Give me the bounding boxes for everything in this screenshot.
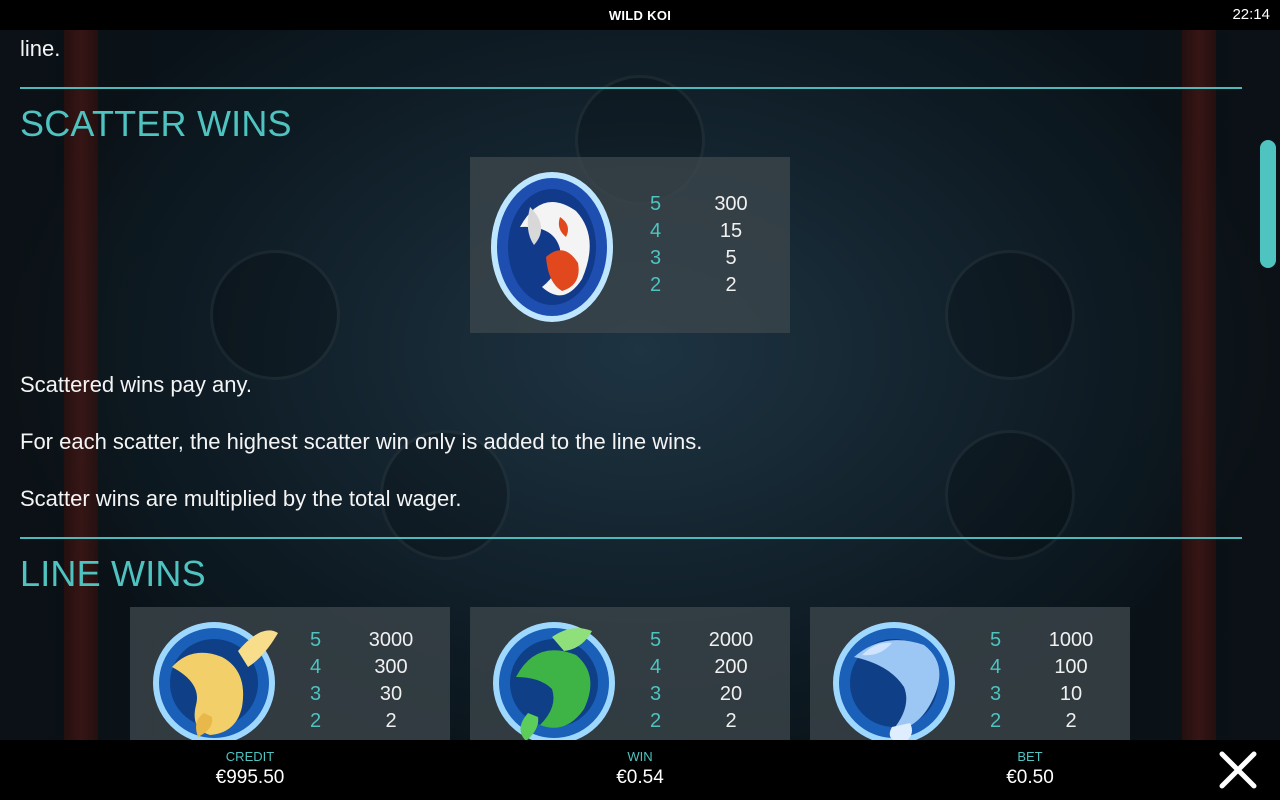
green-koi-pay-count: 5 <box>650 629 662 651</box>
help-content[interactable]: line. SCATTER WINS 5 300 4 15 3 5 2 2 Scattered… <box>0 30 1280 740</box>
green-koi-icon <box>492 617 620 740</box>
golden-koi-pay-value: 30 <box>379 683 403 705</box>
scatter-wins-heading: SCATTER WINS <box>20 103 292 144</box>
line-win-card-golden-koi: 5 3000 4 300 3 30 2 2 <box>130 607 450 740</box>
win-value: €0.54 <box>616 767 664 788</box>
scatter-rule-2: For each scatter, the highest scatter wi… <box>20 429 703 454</box>
green-koi-pay-value: 2000 <box>708 629 754 651</box>
green-koi-pay-count: 2 <box>650 710 662 732</box>
blue-koi-pay-count: 5 <box>990 629 1002 651</box>
blue-koi-pay-count: 4 <box>990 656 1002 678</box>
golden-koi-pay-count: 3 <box>310 683 322 705</box>
green-koi-pay-value: 200 <box>714 656 748 678</box>
green-koi-pay-count: 4 <box>650 656 662 678</box>
scatter-pay-count: 2 <box>650 274 662 296</box>
scatter-koi-icon <box>490 167 618 323</box>
scatter-rule-3: Scatter wins are multiplied by the total… <box>20 486 462 511</box>
section-divider <box>20 537 1242 539</box>
clock: 22:14 <box>1232 6 1270 23</box>
scatter-pay-value: 15 <box>719 220 743 242</box>
line-win-card-green-koi: 5 2000 4 200 3 20 2 2 <box>470 607 790 740</box>
blue-koi-pay-value: 2 <box>1065 710 1077 732</box>
intro-text-fragment: line. <box>20 36 61 61</box>
section-divider <box>20 87 1242 89</box>
scatter-paytable-card: 5 300 4 15 3 5 2 2 <box>470 157 790 333</box>
bet-label: BET <box>1017 749 1043 764</box>
scatter-pay-count: 4 <box>650 220 662 242</box>
bet-display: BET €0.50 <box>930 749 1130 789</box>
win-label: WIN <box>627 749 653 764</box>
blue-koi-pay-value: 10 <box>1059 683 1083 705</box>
golden-koi-pay-count: 4 <box>310 656 322 678</box>
golden-koi-icon <box>152 617 280 740</box>
bottom-bar: CREDIT €995.50 WIN €0.54 BET €0.50 <box>0 740 1280 800</box>
scatter-pay-value: 300 <box>714 193 748 215</box>
green-koi-pay-value: 20 <box>719 683 743 705</box>
scatter-pay-count: 3 <box>650 247 662 269</box>
close-icon <box>1219 751 1257 789</box>
help-scrollbar[interactable] <box>1260 140 1276 268</box>
credit-display: CREDIT €995.50 <box>150 749 350 789</box>
line-win-card-blue-koi: 5 1000 4 100 3 10 2 2 <box>810 607 1130 740</box>
golden-koi-pay-count: 5 <box>310 629 322 651</box>
credit-label: CREDIT <box>225 749 275 764</box>
scatter-rule-1: Scattered wins pay any. <box>20 372 252 397</box>
blue-koi-icon <box>832 617 960 740</box>
scatter-pay-value: 2 <box>725 274 737 296</box>
close-button[interactable] <box>1218 750 1258 790</box>
line-wins-heading: LINE WINS <box>20 553 206 594</box>
win-display: WIN €0.54 <box>540 749 740 789</box>
golden-koi-pay-value: 300 <box>374 656 408 678</box>
scatter-pay-count: 5 <box>650 193 662 215</box>
bet-value: €0.50 <box>1006 767 1054 788</box>
top-bar: WILD KOI 22:14 <box>0 0 1280 30</box>
blue-koi-pay-value: 1000 <box>1048 629 1094 651</box>
golden-koi-pay-count: 2 <box>310 710 322 732</box>
golden-koi-pay-value: 2 <box>385 710 397 732</box>
golden-koi-pay-value: 3000 <box>368 629 414 651</box>
game-title: WILD KOI <box>608 8 672 23</box>
blue-koi-pay-count: 3 <box>990 683 1002 705</box>
green-koi-pay-count: 3 <box>650 683 662 705</box>
green-koi-pay-value: 2 <box>725 710 737 732</box>
blue-koi-pay-value: 100 <box>1054 656 1088 678</box>
scatter-pay-value: 5 <box>725 247 737 269</box>
blue-koi-pay-count: 2 <box>990 710 1002 732</box>
credit-value: €995.50 <box>215 767 285 788</box>
